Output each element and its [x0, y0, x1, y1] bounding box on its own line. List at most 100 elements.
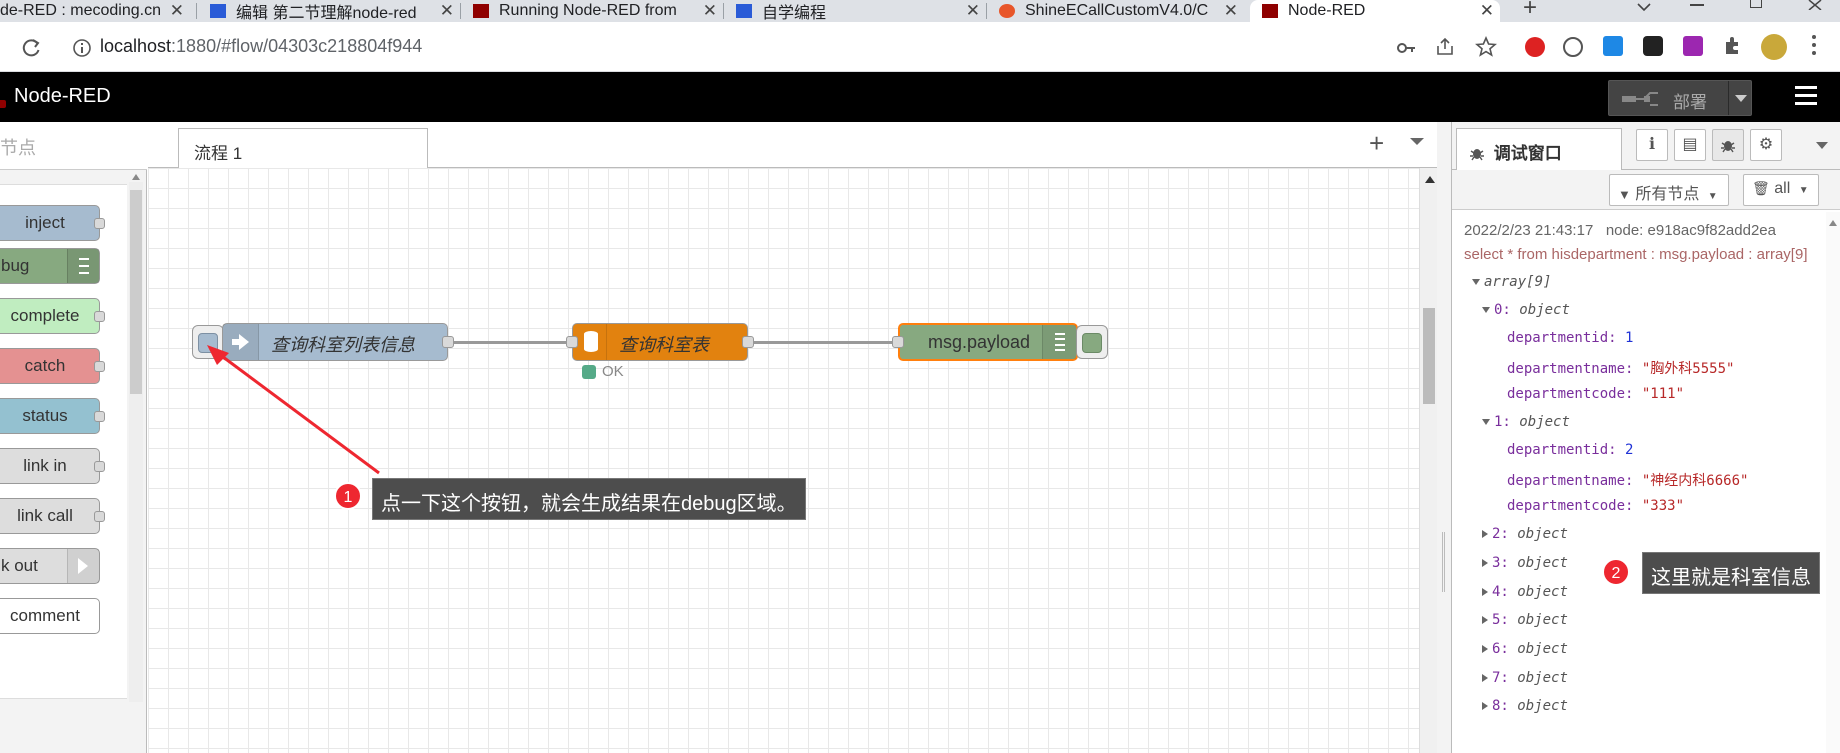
workspace-canvas[interactable]: 查询科室列表信息 查询科室表 OK msg.payload 1 点一下这个按钮，…: [148, 168, 1419, 753]
deploy-menu-button[interactable]: [1728, 81, 1752, 115]
close-icon[interactable]: ✕: [966, 1, 980, 21]
expand-right-icon: [1482, 588, 1488, 596]
key-icon[interactable]: [1396, 38, 1416, 58]
debug-tab-button[interactable]: [1712, 129, 1744, 161]
workspace-scroll-thumb[interactable]: [1423, 308, 1435, 404]
palette-node-list: inject bug complete catch status link in…: [0, 184, 127, 699]
help-tab-button[interactable]: ▤: [1674, 129, 1706, 161]
profile-avatar[interactable]: [1761, 34, 1787, 60]
close-icon[interactable]: ✕: [439, 1, 454, 21]
link-arrow-icon: [67, 549, 99, 583]
scroll-up-icon[interactable]: [1829, 220, 1837, 226]
tree-item-1[interactable]: 1: object: [1482, 414, 1570, 430]
tree-item-5[interactable]: 5: object: [1482, 612, 1568, 628]
browser-tab-1[interactable]: de-RED : mecoding.cn ✕: [0, 0, 190, 22]
extension-red-icon[interactable]: [1525, 37, 1545, 57]
tree-type: object: [1517, 641, 1568, 657]
add-flow-button[interactable]: +: [1369, 128, 1384, 159]
more-vert-icon[interactable]: [1812, 35, 1816, 57]
share-icon[interactable]: [1435, 37, 1455, 57]
browser-tab-2[interactable]: 编辑 第二节理解node-red ✕: [210, 0, 460, 22]
palette-node-complete[interactable]: complete: [0, 298, 105, 334]
workspace-scrollbar[interactable]: [1419, 168, 1437, 753]
tab-separator: [723, 3, 724, 19]
minimize-icon[interactable]: [1690, 4, 1704, 6]
close-icon[interactable]: ✕: [170, 1, 184, 21]
extension-rp-icon[interactable]: [1683, 36, 1703, 56]
node-red-logo-icon: [0, 100, 6, 108]
expand-down-icon: [1472, 279, 1480, 285]
palette-search[interactable]: 节点: [0, 122, 147, 170]
deploy-label: 部署: [1673, 93, 1707, 112]
tree-item-4[interactable]: 4: object: [1482, 584, 1568, 600]
palette-node-inject[interactable]: inject: [0, 205, 105, 241]
palette-search-input[interactable]: 节点: [0, 134, 36, 160]
palette-node-link-in[interactable]: link in: [0, 448, 105, 484]
browser-tab-4[interactable]: 自学编程 ✕: [736, 0, 986, 22]
palette-node-catch[interactable]: catch: [0, 348, 105, 384]
scroll-up-icon[interactable]: [1425, 176, 1435, 183]
deploy-button[interactable]: 部署: [1608, 80, 1752, 116]
tree-field: departmentname: "胸外科5555": [1507, 358, 1734, 378]
new-tab-button[interactable]: +: [1523, 0, 1537, 22]
browser-tab-active[interactable]: Node-RED ✕: [1250, 0, 1500, 22]
star-icon[interactable]: [1475, 36, 1497, 58]
info-tab-button[interactable]: ℹ: [1636, 129, 1668, 161]
tree-item-2[interactable]: 2: object: [1482, 526, 1568, 542]
palette-node-link-call[interactable]: link call: [0, 498, 105, 534]
tree-item-3[interactable]: 3: object: [1482, 555, 1568, 571]
clear-messages-select[interactable]: 🗑 all ▼: [1743, 174, 1819, 206]
node-filter-select[interactable]: ▼ 所有节点 ▼: [1609, 174, 1729, 206]
message-node-id[interactable]: node: e918ac9f82add2ea: [1606, 222, 1776, 239]
tree-item-8[interactable]: 8: object: [1482, 698, 1568, 714]
palette: 节点 inject bug complete catch status link…: [0, 122, 147, 753]
window-close-icon[interactable]: [1808, 0, 1822, 10]
reload-icon[interactable]: [20, 37, 42, 59]
scroll-up-icon[interactable]: [132, 174, 140, 180]
output-port[interactable]: [442, 336, 454, 348]
maximize-icon[interactable]: [1750, 0, 1762, 8]
tree-item-7[interactable]: 7: object: [1482, 670, 1568, 686]
tree-root[interactable]: array[9]: [1472, 274, 1551, 290]
input-port[interactable]: [892, 336, 904, 348]
palette-scroll-thumb[interactable]: [130, 190, 142, 394]
sidebar-menu-chevron-icon[interactable]: [1816, 142, 1828, 149]
output-port[interactable]: [742, 336, 754, 348]
browser-tab-5[interactable]: ShineECallCustomV4.0/C ✕: [999, 0, 1244, 22]
tree-field: departmentcode: "111": [1507, 386, 1684, 402]
tab-label: 调试窗口: [1493, 144, 1562, 163]
palette-node-status[interactable]: status: [0, 398, 105, 434]
tree-item-6[interactable]: 6: object: [1482, 641, 1568, 657]
puzzle-icon[interactable]: [1722, 36, 1742, 56]
url-field[interactable]: localhost:1880/#flow/04303c218804f944: [100, 36, 422, 57]
info-icon[interactable]: [72, 38, 92, 58]
extension-dark-icon[interactable]: [1643, 36, 1663, 56]
extension-s-icon[interactable]: [1603, 36, 1623, 56]
chevron-down-icon[interactable]: [1636, 2, 1652, 12]
flow-node-debug[interactable]: msg.payload: [892, 323, 1078, 361]
browser-tab-3[interactable]: Running Node-RED from ✕: [473, 0, 723, 22]
debug-scrollbar[interactable]: [1826, 212, 1840, 753]
bug-icon: [1470, 149, 1484, 161]
config-tab-button[interactable]: ⚙: [1750, 129, 1782, 161]
palette-node-link-out[interactable]: k out: [0, 548, 100, 584]
palette-scrollbar[interactable]: [129, 174, 143, 702]
sidebar-separator[interactable]: [1437, 122, 1451, 753]
expand-right-icon: [1482, 674, 1488, 682]
flow-list-chevron-icon[interactable]: [1410, 138, 1424, 145]
palette-node-debug[interactable]: bug: [0, 248, 100, 284]
main-menu-icon[interactable]: [1795, 86, 1817, 106]
tab-debug[interactable]: 调试窗口: [1456, 128, 1622, 171]
palette-node-comment[interactable]: comment: [0, 598, 100, 634]
debug-toggle-button[interactable]: [1076, 325, 1108, 359]
flow-node-mysql[interactable]: 查询科室表: [566, 323, 754, 361]
close-icon[interactable]: ✕: [1480, 1, 1494, 21]
tab-flow-1[interactable]: 流程 1: [178, 128, 428, 169]
close-icon[interactable]: ✕: [702, 1, 717, 21]
extension-circle-icon[interactable]: [1563, 37, 1583, 57]
tree-item-0[interactable]: 0: object: [1482, 302, 1570, 318]
close-icon[interactable]: ✕: [1223, 1, 1238, 21]
gear-icon: ⚙: [1758, 136, 1774, 153]
drag-handle-icon[interactable]: [1442, 532, 1445, 592]
tab-label: 流程 1: [194, 144, 243, 163]
